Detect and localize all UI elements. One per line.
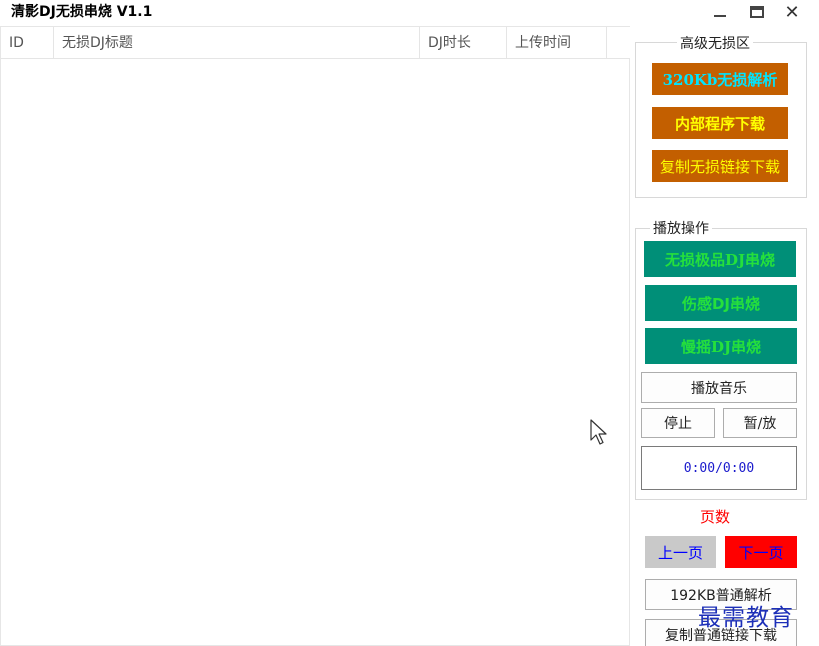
parse-320kb-button[interactable]: 320Kb无损解析 [652,63,788,95]
title-bar: 清影DJ无损串烧 V1.1 ✕ [0,0,819,26]
list-body[interactable] [1,60,630,646]
time-display: 0:00/0:00 [641,446,797,490]
page-label: 页数 [700,508,731,526]
list-header: ID 无损DJ标题 DJ时长 上传时间 [1,27,630,59]
mouse-cursor-icon [590,419,607,445]
next-page-button[interactable]: 下一页 [725,536,797,568]
copy-lossless-link-button[interactable]: 复制无损链接下载 [652,150,788,182]
lossless-premium-dj-button[interactable]: 无损极品DJ串烧 [644,241,796,277]
stop-button[interactable]: 停止 [641,408,715,438]
column-header-title[interactable]: 无损DJ标题 [54,27,420,59]
internal-download-button[interactable]: 内部程序下载 [652,107,788,139]
column-header-upload-time[interactable]: 上传时间 [507,27,607,59]
sad-dj-button[interactable]: 伤感DJ串烧 [645,285,797,321]
prev-page-button[interactable]: 上一页 [645,536,716,568]
advanced-group-title: 高级无损区 [677,33,753,53]
play-group-title: 播放操作 [650,218,712,238]
app-title: 清影DJ无损串烧 V1.1 [11,4,153,20]
pause-play-button[interactable]: 暂/放 [723,408,797,438]
minimize-icon[interactable] [706,0,734,24]
watermark-text: 最需教育 [698,605,794,631]
column-header-duration[interactable]: DJ时长 [420,27,507,59]
maximize-icon[interactable] [743,0,771,24]
slow-rock-dj-button[interactable]: 慢摇DJ串烧 [645,328,797,364]
close-icon[interactable]: ✕ [778,0,806,24]
column-header-id[interactable]: ID [1,27,54,59]
dj-list-view[interactable]: ID 无损DJ标题 DJ时长 上传时间 [0,26,630,646]
play-music-button[interactable]: 播放音乐 [641,372,797,403]
